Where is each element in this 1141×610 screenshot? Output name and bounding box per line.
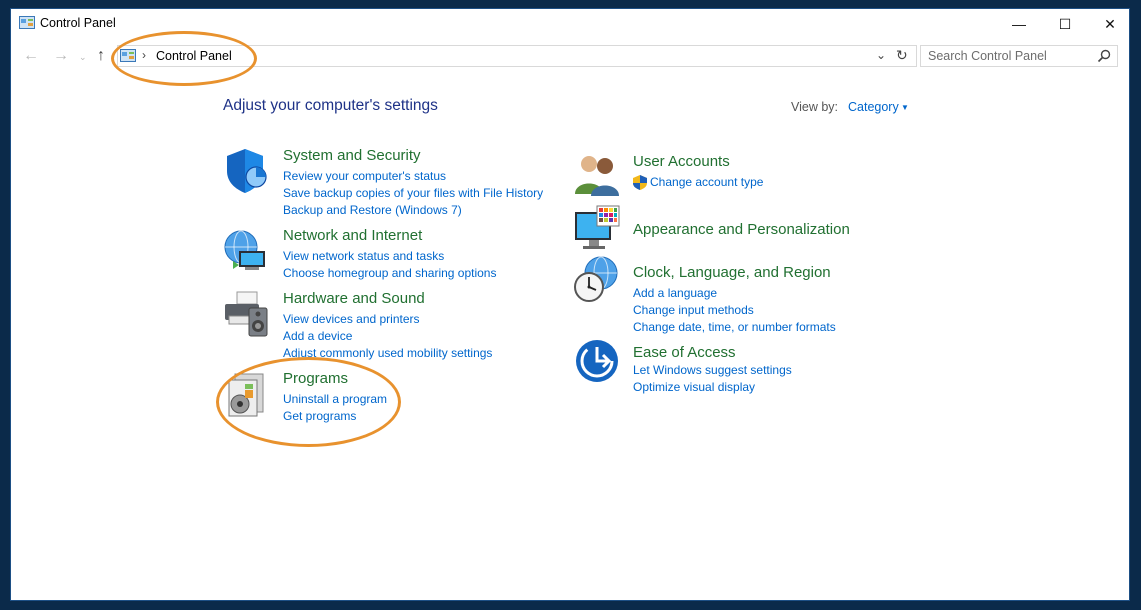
view-by-dropdown[interactable]: Category [848, 100, 899, 114]
up-button[interactable]: ↑ [97, 47, 105, 65]
ease-of-access-icon[interactable] [573, 335, 621, 383]
link-change-date-time-formats[interactable]: Change date, time, or number formats [633, 319, 836, 336]
shield-icon[interactable] [223, 147, 271, 195]
control-panel-window: Control Panel — ☐ ✕ ← → ⌄ ↑ › Control Pa… [10, 8, 1130, 601]
category-title[interactable]: User Accounts [633, 153, 730, 170]
address-dropdown-icon[interactable]: ⌄ [876, 48, 886, 62]
forward-button[interactable]: → [53, 47, 69, 65]
clock-globe-icon[interactable] [573, 255, 621, 303]
link-homegroup-sharing[interactable]: Choose homegroup and sharing options [283, 265, 496, 282]
category-title[interactable]: Clock, Language, and Region [633, 264, 831, 281]
close-button[interactable]: ✕ [1087, 9, 1133, 39]
title-bar: Control Panel — ☐ ✕ [11, 9, 1129, 39]
link-windows-suggest-settings[interactable]: Let Windows suggest settings [633, 362, 792, 379]
uac-shield-icon [633, 175, 647, 190]
link-get-programs[interactable]: Get programs [283, 408, 387, 425]
window-title: Control Panel [40, 16, 116, 30]
search-placeholder: Search Control Panel [928, 49, 1047, 63]
link-change-account-type-label[interactable]: Change account type [650, 175, 763, 189]
breadcrumb-control-panel[interactable]: Control Panel [156, 49, 232, 63]
address-bar[interactable]: › Control Panel ⌄ ↻ [117, 45, 917, 67]
view-by-label: View by: [791, 100, 839, 114]
category-title[interactable]: System and Security [283, 147, 421, 164]
link-backup-and-restore[interactable]: Backup and Restore (Windows 7) [283, 202, 543, 219]
monitor-palette-icon[interactable] [573, 204, 621, 252]
category-title[interactable]: Programs [283, 370, 348, 387]
link-file-history[interactable]: Save backup copies of your files with Fi… [283, 185, 543, 202]
refresh-icon[interactable]: ↻ [896, 47, 908, 64]
link-review-computer-status[interactable]: Review your computer's status [283, 168, 543, 185]
link-view-network-status[interactable]: View network status and tasks [283, 248, 496, 265]
link-mobility-settings[interactable]: Adjust commonly used mobility settings [283, 345, 492, 362]
control-panel-icon [120, 49, 136, 62]
maximize-button[interactable]: ☐ [1042, 9, 1088, 39]
link-uninstall-program[interactable]: Uninstall a program [283, 391, 387, 408]
link-optimize-visual-display[interactable]: Optimize visual display [633, 379, 792, 396]
link-add-device[interactable]: Add a device [283, 328, 492, 345]
network-globe-icon[interactable] [223, 227, 271, 275]
link-view-devices-printers[interactable]: View devices and printers [283, 311, 492, 328]
category-title[interactable]: Hardware and Sound [283, 290, 425, 307]
back-button[interactable]: ← [23, 47, 39, 65]
navigation-bar: ← → ⌄ ↑ › Control Panel ⌄ ↻ Search Contr… [11, 45, 1129, 71]
minimize-button[interactable]: — [996, 9, 1042, 39]
programs-disc-icon[interactable] [223, 370, 271, 418]
search-icon[interactable] [1097, 49, 1111, 63]
link-change-input-methods[interactable]: Change input methods [633, 302, 836, 319]
page-title: Adjust your computer's settings [223, 97, 438, 114]
recent-locations-button[interactable]: ⌄ [79, 52, 87, 63]
breadcrumb-separator[interactable]: › [142, 48, 146, 62]
view-by-caret-icon[interactable]: ▼ [901, 103, 909, 112]
link-change-account-type[interactable]: Change account type [633, 174, 763, 191]
users-icon[interactable] [573, 150, 621, 198]
search-input[interactable]: Search Control Panel [920, 45, 1118, 67]
control-panel-icon [19, 16, 35, 29]
printer-speaker-icon[interactable] [223, 290, 271, 338]
category-title[interactable]: Ease of Access [633, 344, 736, 361]
category-title[interactable]: Network and Internet [283, 227, 422, 244]
link-add-language[interactable]: Add a language [633, 285, 836, 302]
category-title[interactable]: Appearance and Personalization [633, 221, 850, 238]
